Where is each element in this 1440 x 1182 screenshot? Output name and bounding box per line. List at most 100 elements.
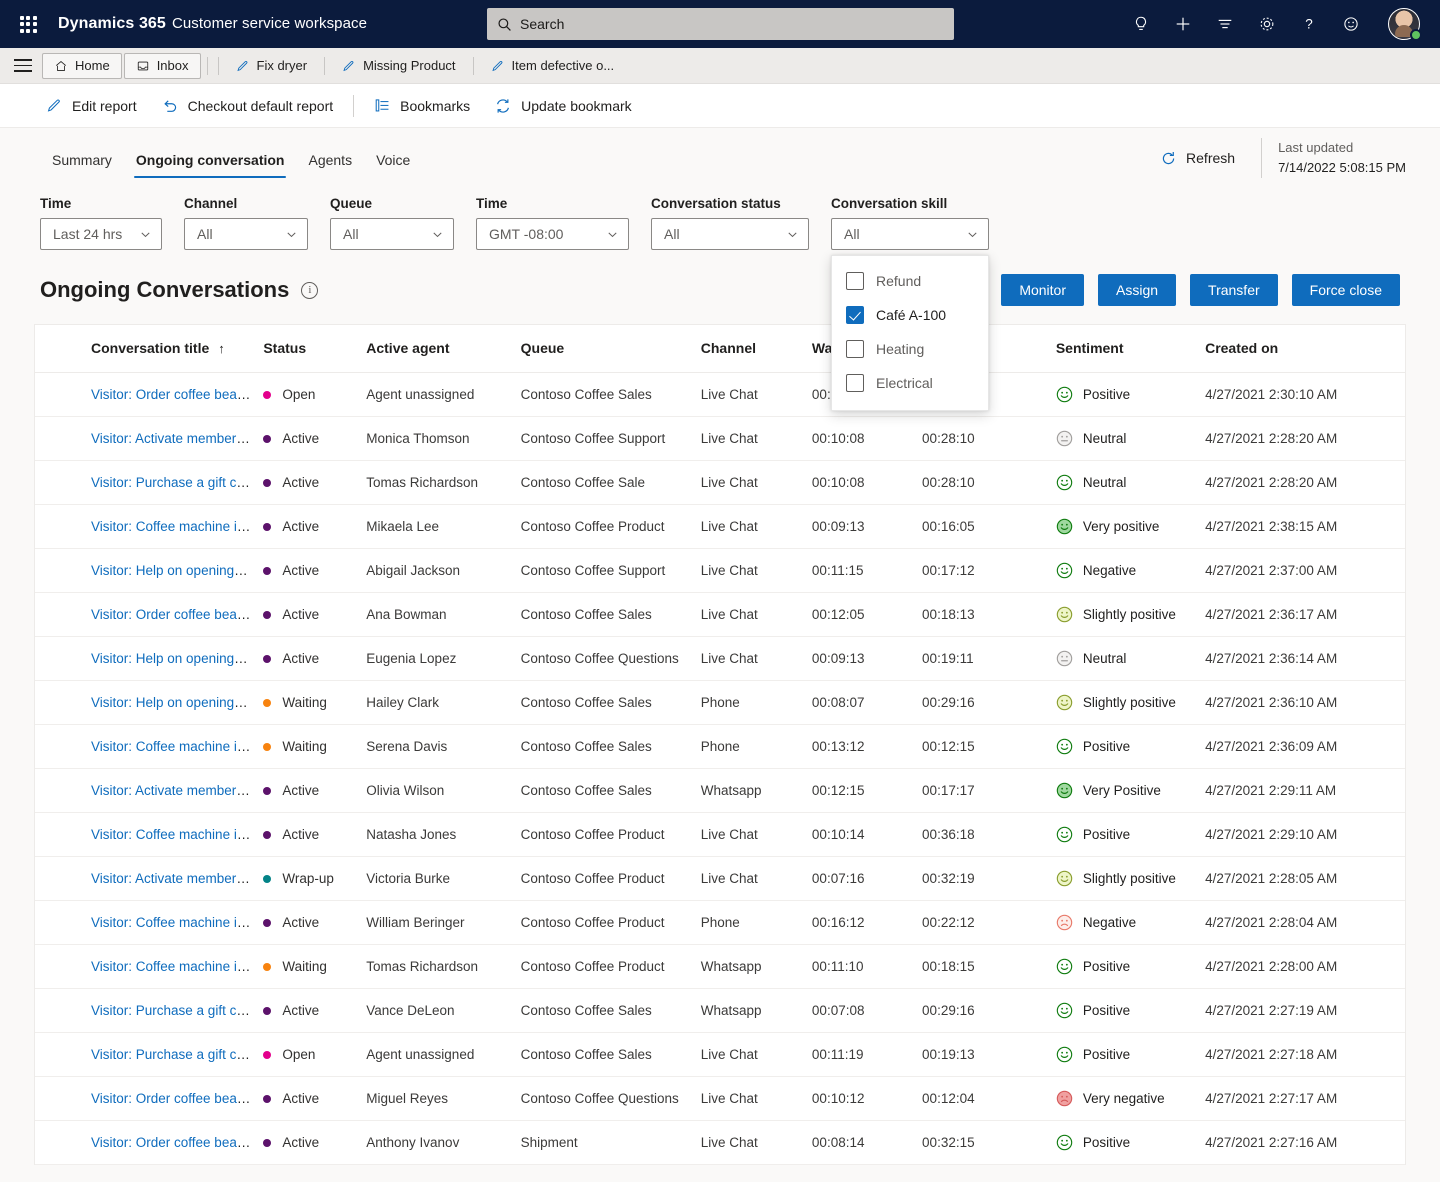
checkbox-icon[interactable] xyxy=(846,340,864,358)
cell-conversation-title[interactable]: Visitor: Coffee machine issu... xyxy=(35,504,258,549)
conversation-title-link[interactable]: Visitor: Coffee machine issu... xyxy=(91,739,257,754)
filter-select-time-3[interactable]: GMT -08:00 xyxy=(476,218,629,250)
session-tab-missing-product[interactable]: Missing Product xyxy=(331,53,466,79)
table-row[interactable]: Visitor: Activate membersh... Wrap-up Vict… xyxy=(35,856,1405,901)
tab-ongoing-conversation[interactable]: Ongoing conversation xyxy=(124,146,297,178)
table-row[interactable]: Visitor: Coffee machine issu... Waiting To… xyxy=(35,944,1405,989)
info-icon[interactable]: i xyxy=(301,281,319,299)
column-header-status[interactable]: Status xyxy=(257,325,361,373)
table-row[interactable]: Visitor: Order coffee bean s... Active Mig… xyxy=(35,1076,1405,1121)
dropdown-option-refund[interactable]: Refund xyxy=(832,264,988,298)
plus-icon[interactable] xyxy=(1172,13,1194,35)
table-row[interactable]: Visitor: Purchase a gift card... Active Va… xyxy=(35,988,1405,1033)
cell-conversation-title[interactable]: Visitor: Purchase a gift card... xyxy=(35,460,258,505)
table-row[interactable]: Visitor: Order coffee bean s... Open Agent… xyxy=(35,372,1405,417)
conversation-title-link[interactable]: Visitor: Purchase a gift card... xyxy=(91,475,257,490)
cell-conversation-title[interactable]: Visitor: Purchase a gift card... xyxy=(35,1032,258,1077)
table-row[interactable]: Visitor: Activate membersh... Active Olivi… xyxy=(35,768,1405,813)
session-tab-home[interactable]: Home xyxy=(42,52,122,79)
conversation-title-link[interactable]: Visitor: Order coffee bean s... xyxy=(91,607,257,622)
conversation-title-link[interactable]: Visitor: Activate membersh... xyxy=(91,871,257,886)
conversation-title-link[interactable]: Visitor: Order coffee bean s... xyxy=(91,387,257,402)
session-tab-inbox[interactable]: Inbox xyxy=(123,52,201,79)
question-icon[interactable]: ? xyxy=(1298,13,1320,35)
table-row[interactable]: Visitor: Order coffee bean s... Active Ana… xyxy=(35,592,1405,637)
table-row[interactable]: Visitor: Coffee machine issu... Active Mik… xyxy=(35,504,1405,549)
hamburger-menu-icon[interactable] xyxy=(10,59,36,72)
cell-conversation-title[interactable]: Visitor: Coffee machine issu... xyxy=(35,812,258,857)
column-header-channel[interactable]: Channel xyxy=(694,325,806,373)
tab-summary[interactable]: Summary xyxy=(40,146,124,178)
conversation-title-link[interactable]: Visitor: Activate membersh... xyxy=(91,431,257,446)
table-row[interactable]: Visitor: Help on opening an... Waiting Hai… xyxy=(35,680,1405,725)
conversation-title-link[interactable]: Visitor: Help on opening an... xyxy=(91,651,257,666)
cell-conversation-title[interactable]: Visitor: Help on opening an... xyxy=(35,680,258,725)
filter-icon[interactable] xyxy=(1214,13,1236,35)
conversation-title-link[interactable]: Visitor: Coffee machine issu... xyxy=(91,959,257,974)
lightbulb-icon[interactable] xyxy=(1130,13,1152,35)
conversation-title-link[interactable]: Visitor: Purchase a gift card... xyxy=(91,1047,257,1062)
cell-conversation-title[interactable]: Visitor: Activate membersh... xyxy=(35,856,258,901)
table-row[interactable]: Visitor: Help on opening an... Active Euge… xyxy=(35,636,1405,681)
conversation-title-link[interactable]: Visitor: Coffee machine issu... xyxy=(91,915,257,930)
app-launcher-icon[interactable] xyxy=(14,10,42,38)
cell-conversation-title[interactable]: Visitor: Activate membersh... xyxy=(35,416,258,461)
column-header-conversation-title[interactable]: Conversation title ↑ xyxy=(35,325,258,373)
gear-icon[interactable] xyxy=(1256,13,1278,35)
filter-select-queue-2[interactable]: All xyxy=(330,218,454,250)
table-row[interactable]: Visitor: Coffee machine issu... Active Nat… xyxy=(35,812,1405,857)
table-row[interactable]: Visitor: Purchase a gift card... Active To… xyxy=(35,460,1405,505)
cell-conversation-title[interactable]: Visitor: Coffee machine issu... xyxy=(35,900,258,945)
monitor-button[interactable]: Monitor xyxy=(1001,274,1084,306)
column-header-active-agent[interactable]: Active agent xyxy=(360,325,515,373)
bookmarks-button[interactable]: Bookmarks xyxy=(362,91,482,120)
cell-conversation-title[interactable]: Visitor: Help on opening an... xyxy=(35,636,258,681)
column-header-sentiment[interactable]: Sentiment xyxy=(1049,325,1200,373)
conversation-title-link[interactable]: Visitor: Coffee machine issu... xyxy=(91,827,257,842)
update-bookmark-button[interactable]: Update bookmark xyxy=(482,91,644,121)
cell-conversation-title[interactable]: Visitor: Help on opening an... xyxy=(35,548,258,593)
table-row[interactable]: Visitor: Coffee machine issu... Active Wil… xyxy=(35,900,1405,945)
force-close-button[interactable]: Force close xyxy=(1291,274,1400,306)
transfer-button[interactable]: Transfer xyxy=(1190,274,1278,306)
conversation-title-link[interactable]: Visitor: Activate membersh... xyxy=(91,783,257,798)
filter-select-channel-1[interactable]: All xyxy=(184,218,308,250)
tab-agents[interactable]: Agents xyxy=(296,146,364,178)
cell-conversation-title[interactable]: Visitor: Order coffee bean s... xyxy=(35,372,258,417)
smiley-icon[interactable] xyxy=(1340,13,1362,35)
dropdown-option-heating[interactable]: Heating xyxy=(832,332,988,366)
conversation-title-link[interactable]: Visitor: Coffee machine issu... xyxy=(91,519,257,534)
table-row[interactable]: Visitor: Coffee machine issu... Waiting Se… xyxy=(35,724,1405,769)
session-tab-item-defective-o[interactable]: Item defective o... xyxy=(480,53,626,79)
cell-conversation-title[interactable]: Visitor: Order coffee bean s... xyxy=(35,592,258,637)
table-row[interactable]: Visitor: Help on opening an... Active Abig… xyxy=(35,548,1405,593)
cell-conversation-title[interactable]: Visitor: Coffee machine issu... xyxy=(35,944,258,989)
checkbox-icon[interactable] xyxy=(846,272,864,290)
conversation-title-link[interactable]: Visitor: Help on opening an... xyxy=(91,563,257,578)
conversation-title-link[interactable]: Visitor: Purchase a gift card... xyxy=(91,1003,257,1018)
avatar[interactable] xyxy=(1388,8,1422,41)
dropdown-option-electrical[interactable]: Electrical xyxy=(832,366,988,400)
conversation-title-link[interactable]: Visitor: Help on opening an... xyxy=(91,695,257,710)
checkout-default-report-button[interactable]: Checkout default report xyxy=(149,91,346,121)
filter-select-conversation-status-4[interactable]: All xyxy=(651,218,809,250)
search-input[interactable]: Search xyxy=(487,8,954,40)
column-header-queue[interactable]: Queue xyxy=(514,325,695,373)
refresh-button[interactable]: Refresh xyxy=(1150,144,1245,173)
edit-report-button[interactable]: Edit report xyxy=(34,91,149,120)
tab-voice[interactable]: Voice xyxy=(364,146,422,178)
filter-select-time-0[interactable]: Last 24 hrs xyxy=(40,218,162,250)
assign-button[interactable]: Assign xyxy=(1098,274,1177,306)
dropdown-option-caf-a-100[interactable]: Café A-100 xyxy=(832,298,988,332)
table-row[interactable]: Visitor: Purchase a gift card... Open Agen… xyxy=(35,1032,1405,1077)
checkbox-icon[interactable] xyxy=(846,374,864,392)
cell-conversation-title[interactable]: Visitor: Coffee machine issu... xyxy=(35,724,258,769)
cell-conversation-title[interactable]: Visitor: Purchase a gift card... xyxy=(35,988,258,1033)
cell-conversation-title[interactable]: Visitor: Order coffee bean s... xyxy=(35,1120,258,1165)
conversation-title-link[interactable]: Visitor: Order coffee bean s... xyxy=(91,1135,257,1150)
table-row[interactable]: Visitor: Order coffee bean s... Active Ant… xyxy=(35,1120,1405,1165)
filter-select-conversation-skill-5[interactable]: All xyxy=(831,218,989,250)
conversation-title-link[interactable]: Visitor: Order coffee bean s... xyxy=(91,1091,257,1106)
cell-conversation-title[interactable]: Visitor: Activate membersh... xyxy=(35,768,258,813)
session-tab-fix-dryer[interactable]: Fix dryer xyxy=(225,53,319,79)
